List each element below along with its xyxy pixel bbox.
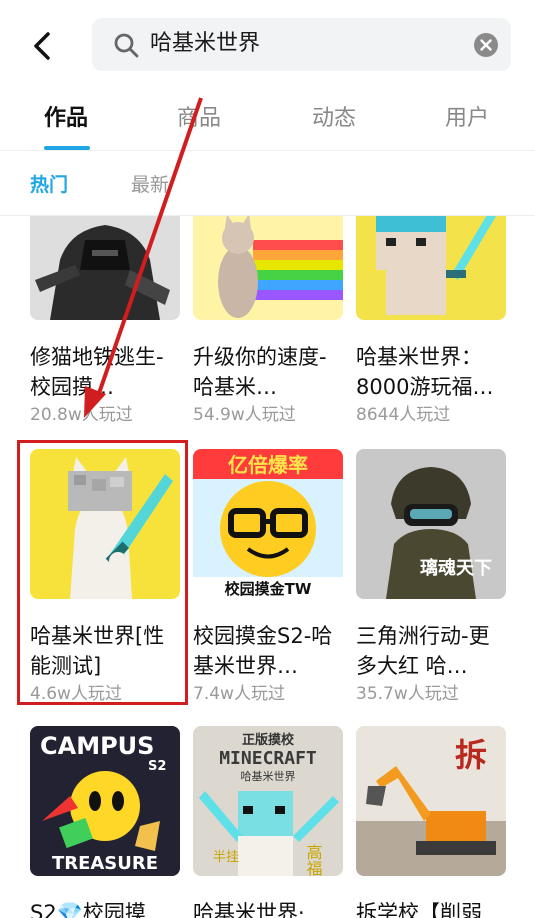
thumbnail-banner: CAMPUS	[40, 732, 154, 760]
tab-works[interactable]: 作品	[44, 104, 88, 134]
thumbnail-subtitle: 正版摸校	[242, 732, 295, 748]
play-count: 7.4w人玩过	[193, 684, 285, 704]
tab-posts[interactable]: 动态	[312, 104, 356, 134]
thumbnail-banner: 亿倍爆率	[228, 453, 308, 477]
game-card[interactable]: 哈基米世界：8000游玩福… 8644人玩过	[356, 216, 506, 426]
coin-glasses-thumbnail: 亿倍爆率 校园摸金TW	[193, 449, 343, 599]
game-title: 修猫地铁逃生-校园摸…	[30, 345, 164, 399]
search-icon	[114, 33, 139, 58]
filter-latest[interactable]: 最新	[131, 173, 169, 197]
game-title: 拆学校【削弱	[356, 901, 482, 918]
game-title: 哈基米世界·	[193, 901, 305, 918]
tab-products[interactable]: 商品	[177, 104, 221, 134]
back-button[interactable]	[26, 28, 58, 64]
search-query: 哈基米世界	[150, 31, 261, 56]
thumbnail-badge: S2	[148, 759, 166, 774]
game-card[interactable]: 璃魂天下 三角洲行动-更多大红 哈… 35.7w人玩过	[356, 449, 506, 705]
thumbnail-tag: 半挂	[213, 850, 239, 865]
thumbnail-tag: TREASURE	[52, 853, 158, 874]
game-card[interactable]: 亿倍爆率 校园摸金TW 校园摸金S2-哈基米世界… 7.4w人玩过	[193, 449, 343, 705]
tab-users[interactable]: 用户	[445, 104, 489, 134]
top-bar: 哈基米世界	[0, 0, 535, 92]
robot-soldier-thumbnail	[30, 216, 180, 320]
minecraft-cat-thumbnail: 正版摸校 MINECRAFT 哈基米世界 高福利 半挂	[193, 726, 343, 876]
rainbow-cat-thumbnail	[193, 216, 343, 320]
filter-hot[interactable]: 热门	[30, 173, 68, 197]
chevron-left-icon	[34, 32, 50, 60]
game-title: 三角洲行动-更多大红 哈…	[356, 624, 490, 678]
play-count: 8644人玩过	[356, 405, 451, 425]
clear-icon[interactable]	[473, 32, 499, 58]
thumbnail-side-text: 高福利	[304, 844, 323, 876]
game-card[interactable]: 拆 拆学校【削弱	[356, 726, 506, 918]
thumbnail-banner: MINECRAFT	[219, 748, 317, 769]
tab-bar: 作品 商品 动态 用户	[0, 92, 535, 150]
thumbnail-caption: 哈基米世界	[241, 770, 296, 783]
thumbnail-tag: 拆	[455, 736, 487, 774]
game-card[interactable]: 修猫地铁逃生-校园摸… 20.8w人玩过	[30, 216, 180, 426]
thumbnail-tag: 璃魂天下	[420, 557, 492, 579]
filter-bar: 热门 最新	[0, 151, 535, 215]
diamond-sword-cat-thumbnail	[356, 216, 506, 320]
excavator-thumbnail: 拆	[356, 726, 506, 876]
play-count: 20.8w人玩过	[30, 405, 133, 425]
soldier-thumbnail: 璃魂天下	[356, 449, 506, 599]
game-title: S2💎校园摸	[30, 901, 146, 918]
play-count: 35.7w人玩过	[356, 684, 459, 704]
game-title: 哈基米世界：8000游玩福…	[356, 345, 494, 399]
search-input[interactable]: 哈基米世界	[92, 18, 511, 71]
game-card[interactable]: CAMPUS S2 TREASURE S2💎校园摸	[30, 726, 180, 918]
highlight-box	[17, 440, 188, 705]
game-card[interactable]: 升级你的速度-哈基米… 54.9w人玩过	[193, 216, 343, 426]
game-title: 升级你的速度-哈基米…	[193, 345, 327, 399]
thumbnail-tag: 校园摸金TW	[225, 580, 312, 598]
play-count: 54.9w人玩过	[193, 405, 296, 425]
game-card[interactable]: 正版摸校 MINECRAFT 哈基米世界 高福利 半挂 哈基米世界·	[193, 726, 343, 918]
campus-treasure-thumbnail: CAMPUS S2 TREASURE	[30, 726, 180, 876]
game-title: 校园摸金S2-哈基米世界…	[193, 624, 333, 678]
